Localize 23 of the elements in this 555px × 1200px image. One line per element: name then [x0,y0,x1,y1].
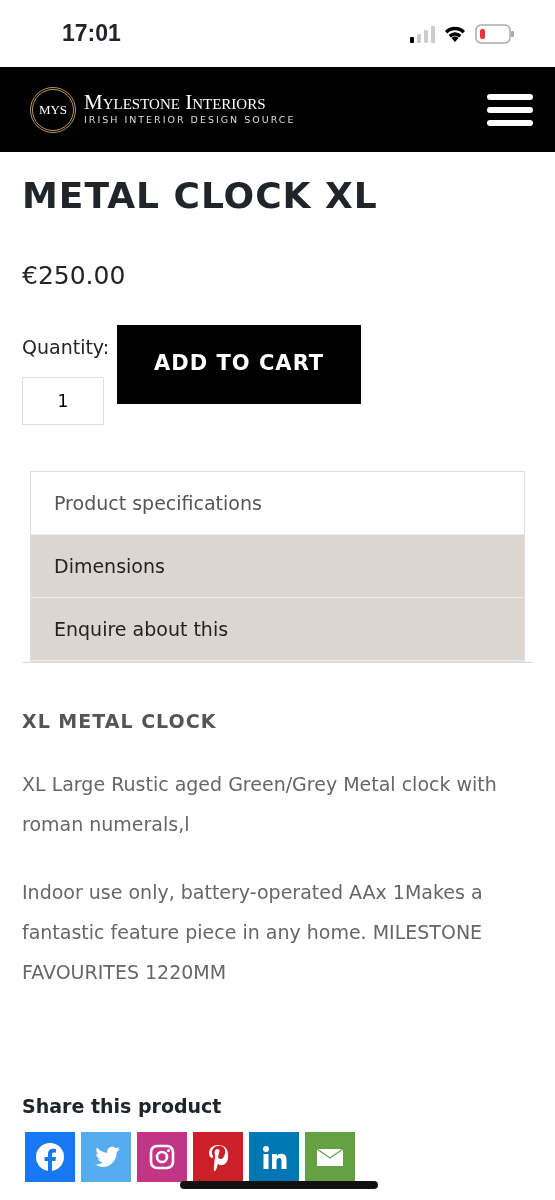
menu-icon [487,92,533,127]
brand-tagline: IRISH INTERIOR DESIGN SOURCE [84,113,296,128]
accordion-tab[interactable]: Dimensions [31,535,524,599]
description-heading: XL METAL CLOCK [22,709,218,735]
menu-button[interactable] [487,92,533,127]
product-title: METAL CLOCK XL [22,174,379,218]
share-button[interactable] [249,1132,299,1183]
share-heading: Share this product [22,1093,223,1119]
brand-name: Mylestone Interiors [84,91,267,114]
wifi-icon [443,24,467,43]
product-price: €250.00 [22,260,127,293]
signal-icon [409,24,435,43]
quantity-label: Quantity: [22,334,110,360]
description-text: XL Large Rustic aged Green/Grey Metal clock with roman numerals,l [22,771,498,837]
add-to-cart-button[interactable]: ADD TO CART [117,324,362,404]
accordion-tab[interactable]: Enquire about this [31,598,524,662]
share-button[interactable] [193,1132,243,1183]
facebook-icon [35,1142,65,1173]
quantity-field[interactable]: 1 [22,377,104,426]
description-text: Indoor use only, battery-operated AAx 1Makes a fantastic feature piece in any home. MILESTONE FAVOURITES 1220MM [22,879,484,985]
share-button[interactable] [305,1132,355,1183]
battery-icon [475,23,515,44]
clock-time: 17:01 [62,19,121,49]
